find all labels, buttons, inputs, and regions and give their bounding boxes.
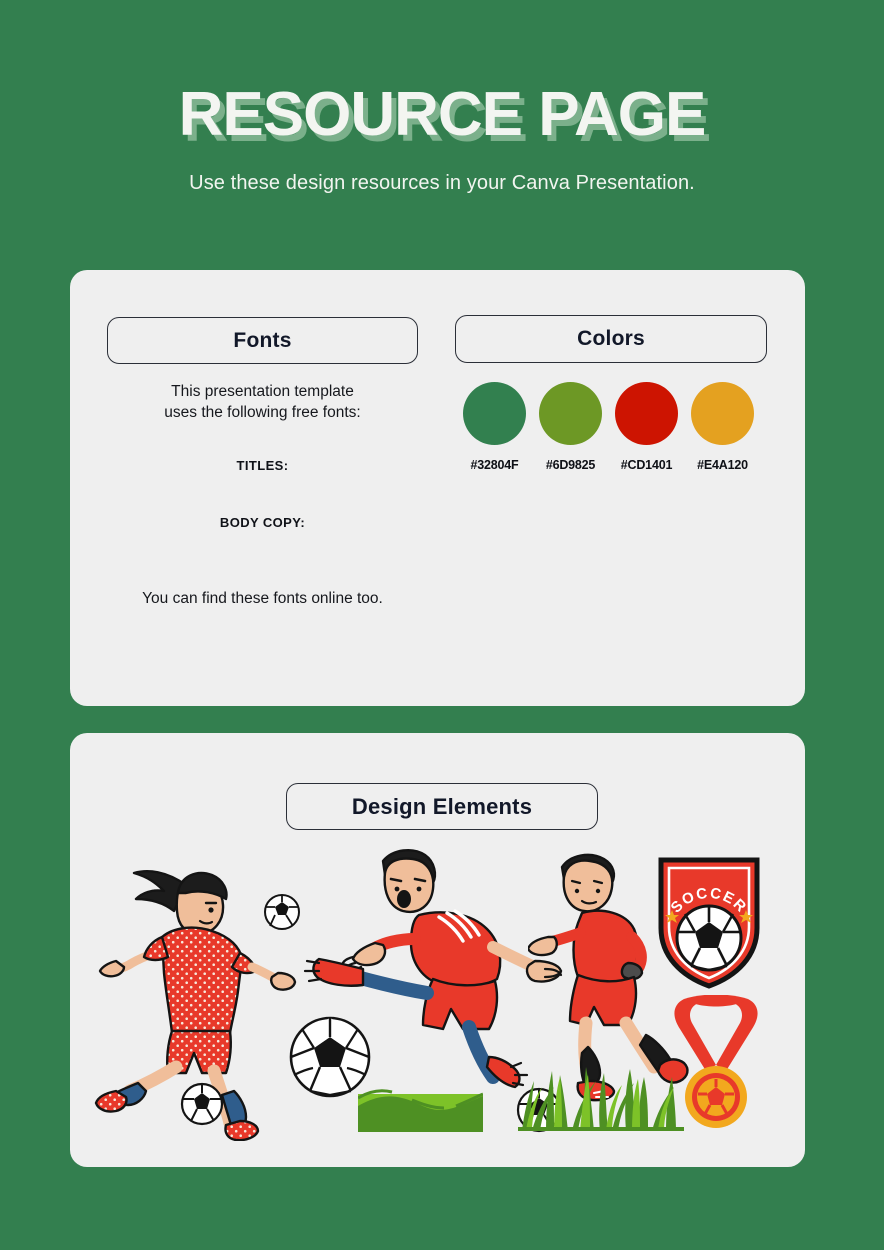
male-soccer-player-kicking-illustration[interactable] xyxy=(287,837,567,1092)
color-swatch[interactable]: #6D9825 xyxy=(539,382,602,472)
color-swatch-hex-label: #32804F xyxy=(470,458,519,472)
design-elements-stage: SOCCER xyxy=(70,845,805,1165)
color-swatch-hex-label: #E4A120 xyxy=(697,458,748,472)
color-swatch-dot xyxy=(463,382,526,445)
design-elements-section-header[interactable]: Design Elements xyxy=(286,783,598,830)
body-copy-font-row: BODY COPY: xyxy=(107,515,418,538)
fonts-heading-label: Fonts xyxy=(233,328,292,352)
soccer-shield-badge[interactable]: SOCCER xyxy=(653,852,765,992)
design-elements-heading-label: Design Elements xyxy=(351,793,533,819)
page-subtitle: Use these design resources in your Canva… xyxy=(189,172,695,194)
color-swatch-dot xyxy=(615,382,678,445)
tiny-soccer-ball[interactable] xyxy=(180,1082,224,1126)
fonts-section-header[interactable]: Fonts xyxy=(107,317,418,364)
color-swatch-hex-label: #CD1401 xyxy=(620,458,673,472)
resources-card: Fonts This presentation template uses th… xyxy=(70,270,805,706)
body-copy-font-label: BODY COPY: xyxy=(219,514,306,530)
page-header: RESOURCE PAGE Use these design resources… xyxy=(0,0,884,195)
tall-grass-blades[interactable] xyxy=(518,1065,684,1131)
design-elements-card: Design Elements SOCCER xyxy=(70,733,805,1167)
fonts-outro-text: You can find these fonts online too. xyxy=(142,589,383,607)
color-swatch[interactable]: #E4A120 xyxy=(691,382,754,472)
grass-field-patch[interactable] xyxy=(358,1084,483,1132)
color-swatch-hex-label: #6D9825 xyxy=(545,458,596,472)
fonts-section-body: This presentation template uses the foll… xyxy=(107,382,418,608)
color-swatch-row: #32804F #6D9825 #CD1401 #E4A120 xyxy=(455,382,767,472)
titles-font-value xyxy=(107,473,418,481)
body-copy-font-value xyxy=(107,530,418,538)
colors-section-header[interactable]: Colors xyxy=(455,315,767,363)
color-swatch[interactable]: #CD1401 xyxy=(615,382,678,472)
colors-section-body: #32804F #6D9825 #CD1401 #E4A120 xyxy=(455,382,767,472)
color-swatch-dot xyxy=(539,382,602,445)
colors-heading-label: Colors xyxy=(577,327,645,350)
titles-font-label: TITLES: xyxy=(236,457,289,473)
page-title: RESOURCE PAGE xyxy=(178,80,707,149)
color-swatch[interactable]: #32804F xyxy=(463,382,526,472)
color-swatch-dot xyxy=(691,382,754,445)
fonts-intro-text: This presentation template uses the foll… xyxy=(164,383,361,421)
titles-font-row: TITLES: xyxy=(107,458,418,481)
